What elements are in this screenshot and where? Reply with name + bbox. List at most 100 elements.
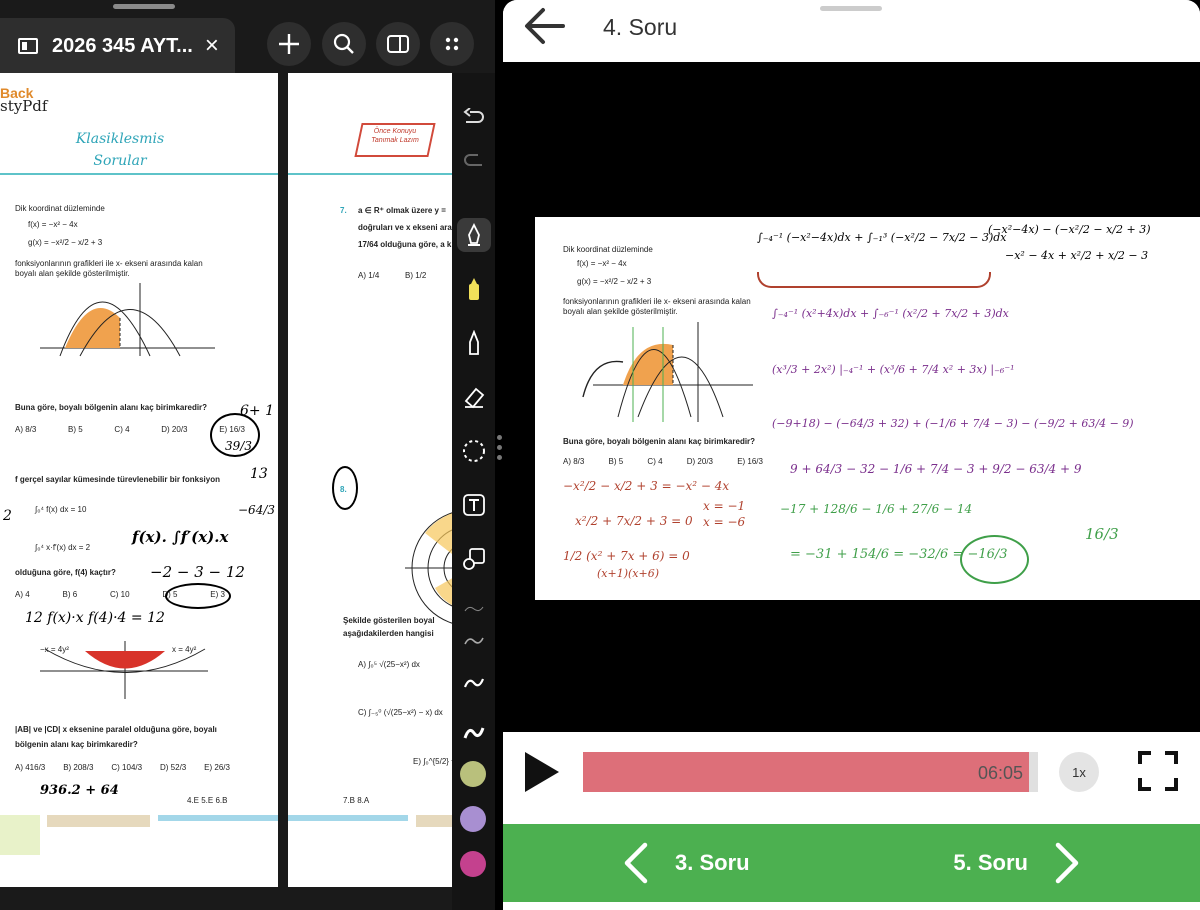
play-icon[interactable] (525, 752, 559, 792)
next-question-button[interactable]: 5. Soru (953, 824, 1082, 902)
shapes-icon (462, 548, 485, 570)
q7-number: 7. (340, 206, 347, 215)
option[interactable]: B) 1/2 (405, 271, 426, 280)
shapes-tool[interactable] (452, 539, 495, 579)
problem-g: g(x) = −x²/2 − x/2 + 3 (577, 277, 652, 286)
playback-time: 06:05 (977, 763, 1023, 783)
handwriting: 39/3 (225, 439, 252, 453)
fullscreen-icon[interactable] (1137, 750, 1179, 792)
layout-button[interactable] (376, 22, 420, 66)
window-grabber[interactable] (820, 6, 882, 11)
stroke-thick-icon (463, 678, 484, 688)
annotation-toolbar (452, 73, 495, 910)
page-footer-code: 4.E 5.E 6.B (187, 796, 228, 805)
pdf-viewer-pane: 2026 345 AYT... × Back styPdf Klasiklesm… (0, 0, 495, 910)
option[interactable]: A) 1/4 (358, 271, 379, 280)
handwriting-red: (x+1)(x+6) (597, 567, 660, 580)
handwriting-red: −x²/2 − x/2 + 3 = −x² − 4x (563, 479, 730, 493)
back-arrow-icon[interactable] (523, 4, 567, 48)
redo-button[interactable] (452, 141, 495, 181)
q3-curve1: x = 4y² (172, 645, 197, 654)
handwriting: 12 f(x)·x f(4)·4 = 12 (25, 610, 165, 626)
option[interactable]: A) ∫₀⁵ √(25−x²) dx (358, 660, 420, 669)
option[interactable]: C) 104/3 (111, 763, 142, 772)
option[interactable]: D) 20/3 (161, 425, 187, 434)
option: C) 4 (647, 457, 663, 466)
q1-f: f(x) = −x² − 4x (28, 220, 78, 229)
q8-line2: aşağıdakilerden hangisi (343, 629, 434, 638)
text-tool[interactable] (452, 485, 495, 525)
option: A) 8/3 (563, 457, 585, 466)
option[interactable]: C) 10 (110, 590, 130, 599)
option[interactable]: A) 4 (15, 590, 30, 599)
option[interactable]: B) 208/3 (63, 763, 93, 772)
handwriting: 2 (3, 508, 12, 524)
brand-logo: styPdf (0, 97, 48, 115)
stroke-medium-button[interactable] (452, 621, 495, 661)
search-icon (333, 33, 354, 54)
grid-dots-icon (445, 37, 459, 51)
lasso-tool[interactable] (452, 431, 495, 471)
handwriting-red: x = −1 (703, 499, 746, 513)
q1-desc1: fonksiyonlarının grafikleri ile x- eksen… (15, 259, 203, 268)
option[interactable]: B) 5 (68, 425, 83, 434)
window-grabber[interactable] (113, 4, 175, 9)
header-rule (0, 173, 278, 175)
q8-line1: Şekilde gösterilen boyal (343, 616, 435, 625)
pen-tool[interactable] (452, 215, 495, 255)
handwriting-purple: ∫₋₄⁻¹ (x²+4x)dx + ∫₋₆⁻¹ (x²/2 + 7x/2 + 3… (772, 307, 1009, 320)
q1-desc2: boyalı alan şekilde gösterilmiştir. (15, 269, 130, 278)
split-view-divider[interactable] (495, 430, 503, 470)
handwriting: −64/3 (238, 503, 276, 517)
close-tab-button[interactable]: × (205, 32, 219, 60)
q2-int2: ∫₀⁴ x·f′(x) dx = 2 (35, 543, 91, 552)
q3-curve2: −x = 4y² (40, 645, 69, 654)
playback-speed-button[interactable]: 1x (1059, 752, 1099, 792)
marker-tool[interactable] (452, 323, 495, 363)
pdf-page-1[interactable]: Back styPdf Klasiklesmis Sorular Dik koo… (0, 73, 278, 887)
pdf-page-2[interactable]: Önce Konuyu Tanımak Lazım 7. a ∈ R⁺ olma… (288, 73, 453, 887)
highlighter-tool[interactable] (452, 269, 495, 309)
stroke-bold-button[interactable] (452, 713, 495, 753)
text-icon (462, 494, 485, 516)
video-player[interactable]: Dik koordinat düzleminde f(x) = −x² − 4x… (503, 62, 1200, 732)
option[interactable]: E) 26/3 (204, 763, 230, 772)
undo-button[interactable] (452, 98, 495, 138)
option[interactable]: A) 8/3 (15, 425, 36, 434)
stroke-thick-button[interactable] (452, 663, 495, 703)
more-button[interactable] (430, 22, 474, 66)
document-tab[interactable]: 2026 345 AYT... × (0, 18, 235, 74)
header: 4. Soru (503, 0, 1200, 60)
option[interactable]: D) 52/3 (160, 763, 186, 772)
problem-desc2: boyalı alan şekilde gösterilmiştir. (563, 307, 678, 316)
handwriting: f(x). ∫f′(x).x (132, 528, 229, 546)
option[interactable]: C) ∫₋₅⁰ (√(25−x²) − x) dx (358, 708, 443, 717)
option[interactable]: B) 6 (62, 590, 77, 599)
chevron-right-icon (1055, 842, 1079, 884)
header-rule (288, 173, 453, 175)
q2-int1: ∫₀⁴ f(x) dx = 10 (35, 505, 87, 514)
seek-bar[interactable]: 06:05 (583, 752, 1038, 792)
player-controls: 06:05 1x (503, 732, 1200, 824)
q2-stem: f gerçel sayılar kümesinde türevlenebili… (15, 475, 220, 484)
solution-frame: Dik koordinat düzleminde f(x) = −x² − 4x… (535, 217, 1200, 600)
previous-question-button[interactable]: 3. Soru (621, 824, 750, 902)
option: B) 5 (608, 457, 624, 466)
eraser-tool[interactable] (452, 377, 495, 417)
search-button[interactable] (322, 22, 366, 66)
option[interactable]: A) 416/3 (15, 763, 45, 772)
handwriting: −2 − 3 − 12 (150, 563, 245, 581)
option[interactable]: E) ∫₀^{5/2} √2 (413, 757, 453, 766)
color-swatch[interactable] (460, 806, 486, 832)
layout-icon (387, 35, 409, 53)
color-swatch[interactable] (460, 761, 486, 787)
color-swatch[interactable] (460, 851, 486, 877)
handwriting: 936.2 + 64 (40, 783, 119, 798)
sidebar-icon[interactable] (18, 38, 38, 54)
add-button[interactable] (267, 22, 311, 66)
lasso-icon (462, 440, 485, 462)
handwriting-purple: (−9+18) − (−64/3 + 32) + (−1/6 + 7/4 − 3… (772, 417, 1134, 430)
seek-bar-progress (583, 752, 1029, 792)
handwriting-red: 1/2 (x² + 7x + 6) = 0 (563, 549, 690, 563)
option[interactable]: C) 4 (114, 425, 129, 434)
